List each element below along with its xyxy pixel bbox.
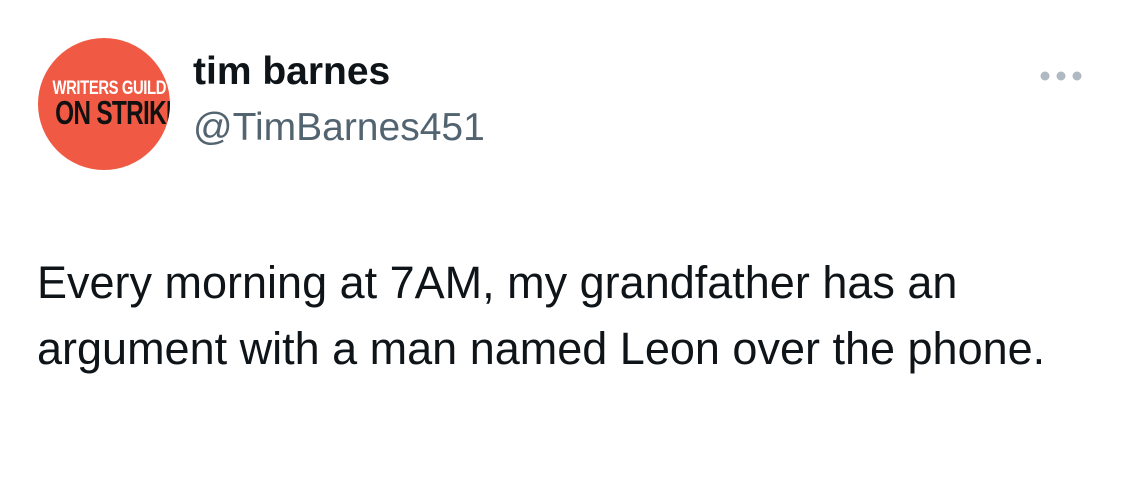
tweet: WRITERS GUILD ON STRIKE tim barnes @TimB… bbox=[0, 0, 1125, 490]
author-display-name[interactable]: tim barnes bbox=[193, 50, 390, 94]
author-handle[interactable]: @TimBarnes451 bbox=[193, 106, 485, 150]
more-horizontal-icon bbox=[1040, 71, 1082, 81]
avatar-line2: ON STRIKE bbox=[55, 94, 170, 131]
avatar[interactable]: WRITERS GUILD ON STRIKE bbox=[38, 38, 170, 170]
tweet-text: Every morning at 7AM, my grandfather has… bbox=[37, 257, 1046, 374]
more-options-button[interactable] bbox=[1033, 62, 1089, 90]
